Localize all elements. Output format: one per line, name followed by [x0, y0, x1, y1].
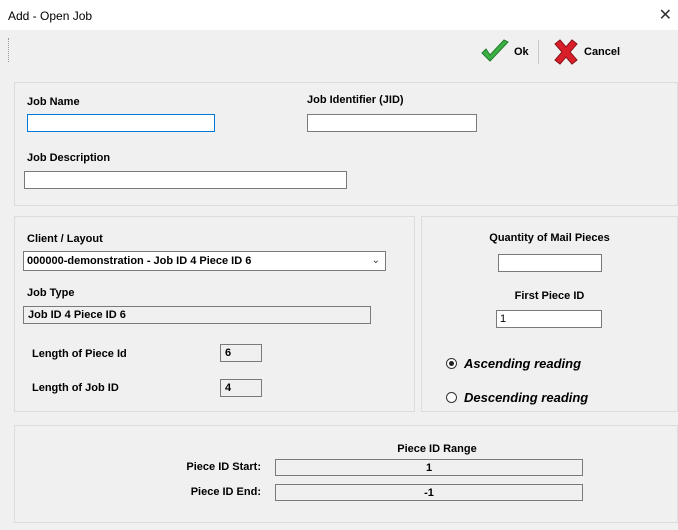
mail-pieces-input[interactable] [498, 254, 602, 272]
first-piece-id-input[interactable] [496, 310, 602, 328]
piece-id-length-label: Length of Piece Id [32, 348, 127, 360]
chevron-down-icon[interactable]: ⌄ [372, 252, 380, 270]
piece-id-range-panel: Piece ID Range Piece ID Start: 1 Piece I… [14, 425, 678, 523]
piece-id-range-title: Piece ID Range [397, 443, 477, 455]
piece-id-length-field: 6 [220, 344, 262, 362]
job-identifier-input[interactable] [307, 114, 477, 132]
job-id-length-label: Length of Job ID [32, 382, 119, 394]
job-description-input[interactable] [24, 171, 347, 189]
piece-id-start-label: Piece ID Start: [186, 461, 261, 473]
ascending-label: Ascending reading [464, 356, 582, 371]
cross-icon [554, 39, 578, 65]
job-type-label: Job Type [27, 287, 75, 299]
ascending-radio[interactable] [446, 358, 457, 369]
job-identifier-label: Job Identifier (JID) [307, 94, 404, 106]
toolbar-separator [538, 40, 539, 64]
job-type-field: Job ID 4 Piece ID 6 [23, 306, 371, 324]
client-layout-label: Client / Layout [27, 233, 103, 245]
quantity-panel: Quantity of Mail Pieces First Piece ID A… [421, 216, 678, 412]
job-name-label: Job Name [27, 96, 80, 108]
job-panel: Job Name Job Identifier (JID) Job Descri… [14, 82, 678, 206]
descending-radio[interactable] [446, 392, 457, 403]
descending-radio-option[interactable]: Descending reading [446, 390, 588, 405]
client-layout-value: 000000-demonstration - Job ID 4 Piece ID… [27, 255, 252, 267]
ascending-radio-option[interactable]: Ascending reading [446, 356, 581, 371]
mail-pieces-label: Quantity of Mail Pieces [489, 232, 610, 244]
piece-id-start-field: 1 [275, 459, 583, 476]
job-name-input[interactable] [27, 114, 215, 132]
client-layout-dropdown[interactable]: 000000-demonstration - Job ID 4 Piece ID… [23, 251, 386, 271]
descending-label: Descending reading [464, 390, 589, 405]
toolbar-grip[interactable] [8, 38, 11, 62]
job-description-label: Job Description [27, 152, 111, 164]
window-title: Add - Open Job [8, 9, 93, 23]
client-layout-panel: Client / Layout 000000-demonstration - J… [14, 216, 415, 412]
piece-id-end-field: -1 [275, 484, 583, 501]
cancel-button[interactable]: Cancel [552, 38, 620, 66]
first-piece-id-label: First Piece ID [514, 290, 585, 302]
checkmark-icon [481, 39, 509, 62]
job-id-length-field: 4 [220, 379, 262, 397]
piece-id-end-label: Piece ID End: [190, 486, 261, 498]
close-icon[interactable]: ✕ [659, 5, 672, 25]
ok-button[interactable]: Ok [480, 38, 529, 66]
title-bar: Add - Open Job ✕ [0, 0, 678, 30]
cancel-label: Cancel [584, 46, 621, 58]
ok-label: Ok [514, 46, 529, 58]
